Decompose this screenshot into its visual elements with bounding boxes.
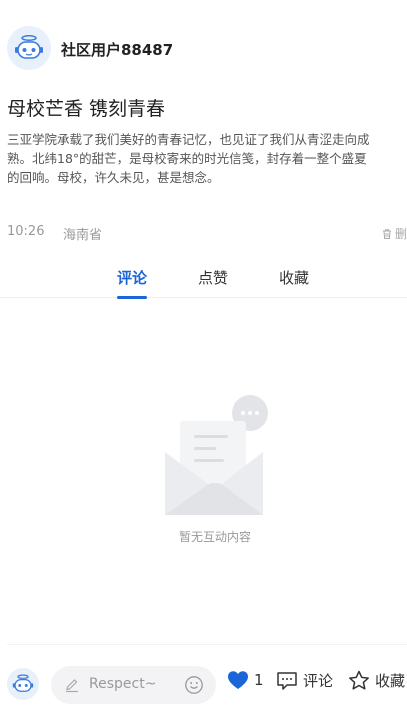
post-time: 10:26 (7, 224, 45, 239)
author-name[interactable]: 社区用户88487 (61, 39, 173, 60)
like-count: 1 (254, 671, 264, 689)
favorite-button[interactable]: 收藏 (348, 670, 405, 691)
comment-placeholder: Respect~ (89, 676, 157, 692)
like-button[interactable]: 1 (227, 670, 264, 690)
pen-icon (66, 679, 78, 693)
current-user-avatar[interactable] (7, 668, 39, 700)
footer-divider (7, 644, 407, 645)
post-body-line: 三亚学院承载了我们美好的青春记忆，也见证了我们从青涩走向成 (7, 132, 370, 147)
robot-avatar-icon (12, 674, 34, 692)
post-body-line: 熟。北纬18°的甜芒，是母校寄来的时光信笺，封存着一整个盛夏 (7, 151, 367, 166)
delete-button[interactable]: 删除 (381, 225, 407, 242)
post-meta: 10:26 海南省 删除 (0, 222, 407, 244)
heart-icon (228, 671, 248, 689)
post-title: 母校芒香 镌刻青春 (7, 98, 166, 120)
tab-comments[interactable]: 评论 (117, 267, 148, 299)
bottom-bar: Respect~ 1 评论 收藏 (0, 660, 407, 710)
comment-label: 评论 (303, 672, 334, 690)
post-body-line: 的回响。母校，许久未见，甚是想念。 (7, 170, 220, 185)
robot-avatar-icon (15, 35, 43, 59)
tab-favorites[interactable]: 收藏 (279, 267, 309, 288)
empty-state-text: 暂无互动内容 (178, 530, 251, 544)
emoji-icon[interactable] (184, 675, 204, 695)
comment-icon (277, 671, 297, 690)
author-avatar[interactable] (7, 26, 51, 70)
tab-likes[interactable]: 点赞 (198, 267, 228, 288)
empty-state: 暂无互动内容 (150, 395, 280, 555)
comment-button[interactable]: 评论 (276, 670, 333, 691)
empty-mail-icon (165, 395, 268, 515)
post-header: 社区用户88487 (0, 26, 407, 72)
comment-input[interactable]: Respect~ (51, 666, 216, 704)
post-location: 海南省 (63, 228, 103, 243)
post-body: 三亚学院承载了我们美好的青春记忆，也见证了我们从青涩走向成 熟。北纬18°的甜芒… (7, 130, 407, 187)
favorite-label: 收藏 (375, 672, 406, 690)
trash-icon (383, 228, 391, 239)
delete-label: 删除 (395, 227, 407, 241)
interaction-tabs: 评论 点赞 收藏 (0, 258, 407, 299)
star-icon (349, 670, 369, 690)
